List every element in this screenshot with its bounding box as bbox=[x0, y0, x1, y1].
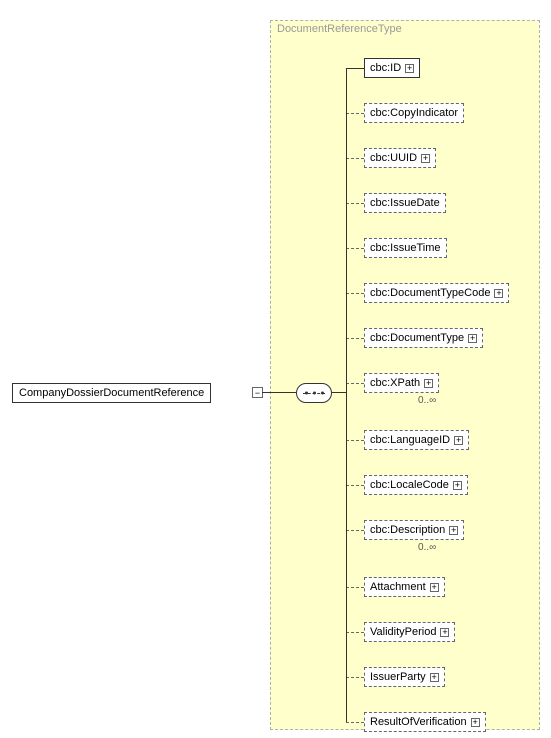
connector-line bbox=[346, 158, 364, 159]
cardinality-label: 0..∞ bbox=[418, 542, 436, 553]
sequence-dot-icon bbox=[321, 392, 324, 395]
schema-element-label: cbc:XPath bbox=[370, 377, 420, 389]
schema-element-label: cbc:IssueDate bbox=[370, 197, 440, 209]
schema-element[interactable]: ValidityPeriod + bbox=[364, 622, 455, 642]
connector-line bbox=[346, 632, 364, 633]
schema-element-label: Attachment bbox=[370, 581, 426, 593]
schema-element[interactable]: cbc:LocaleCode + bbox=[364, 475, 468, 495]
schema-element-label: ResultOfVerification bbox=[370, 716, 467, 728]
schema-element[interactable]: cbc:UUID + bbox=[364, 148, 436, 168]
schema-element-label: cbc:CopyIndicator bbox=[370, 107, 458, 119]
expand-icon[interactable]: + bbox=[440, 628, 449, 637]
schema-element-label: cbc:LocaleCode bbox=[370, 479, 449, 491]
connector-line bbox=[346, 248, 364, 249]
connector-line bbox=[346, 677, 364, 678]
sequence-dot-icon bbox=[313, 392, 316, 395]
schema-element[interactable]: cbc:LanguageID + bbox=[364, 430, 469, 450]
root-element-label: CompanyDossierDocumentReference bbox=[19, 387, 204, 399]
connector-line bbox=[332, 392, 346, 393]
connector-line bbox=[346, 383, 364, 384]
schema-element[interactable]: ResultOfVerification + bbox=[364, 712, 486, 732]
schema-element[interactable]: IssuerParty + bbox=[364, 667, 445, 687]
schema-element-label: cbc:ID bbox=[370, 62, 401, 74]
minus-icon: − bbox=[255, 388, 260, 398]
schema-element[interactable]: cbc:ID + bbox=[364, 58, 420, 78]
expand-icon[interactable]: + bbox=[430, 583, 439, 592]
schema-element[interactable]: cbc:Description + bbox=[364, 520, 464, 540]
expand-icon[interactable]: + bbox=[405, 64, 414, 73]
connector-line bbox=[346, 113, 364, 114]
schema-element-label: cbc:UUID bbox=[370, 152, 417, 164]
expand-icon[interactable]: + bbox=[424, 379, 433, 388]
schema-element[interactable]: cbc:IssueTime bbox=[364, 238, 447, 258]
expand-icon[interactable]: + bbox=[421, 154, 430, 163]
schema-element[interactable]: cbc:DocumentTypeCode + bbox=[364, 283, 509, 303]
connector-line bbox=[262, 392, 296, 393]
schema-element[interactable]: cbc:CopyIndicator bbox=[364, 103, 464, 123]
connector-line bbox=[346, 68, 347, 722]
connector-line bbox=[346, 530, 364, 531]
schema-element-label: cbc:Description bbox=[370, 524, 445, 536]
connector-line bbox=[346, 587, 364, 588]
expand-icon[interactable]: + bbox=[494, 289, 503, 298]
type-label: DocumentReferenceType bbox=[277, 23, 402, 35]
schema-element-label: IssuerParty bbox=[370, 671, 426, 683]
schema-element[interactable]: cbc:IssueDate bbox=[364, 193, 446, 213]
expand-icon[interactable]: + bbox=[430, 673, 439, 682]
connector-line bbox=[346, 68, 364, 69]
schema-element[interactable]: cbc:DocumentType + bbox=[364, 328, 483, 348]
sequence-dot-icon bbox=[305, 392, 308, 395]
cardinality-label: 0..∞ bbox=[418, 395, 436, 406]
expand-icon[interactable]: + bbox=[449, 526, 458, 535]
connector-line bbox=[346, 722, 364, 723]
schema-element-label: cbc:IssueTime bbox=[370, 242, 441, 254]
schema-element-label: cbc:DocumentType bbox=[370, 332, 464, 344]
root-element[interactable]: CompanyDossierDocumentReference bbox=[12, 383, 211, 403]
expand-icon[interactable]: + bbox=[454, 436, 463, 445]
connector-line bbox=[346, 293, 364, 294]
schema-element[interactable]: Attachment + bbox=[364, 577, 445, 597]
connector-line bbox=[346, 338, 364, 339]
connector-line bbox=[346, 485, 364, 486]
expand-icon[interactable]: + bbox=[468, 334, 477, 343]
connector-line bbox=[346, 203, 364, 204]
schema-element[interactable]: cbc:XPath + bbox=[364, 373, 439, 393]
expand-icon[interactable]: + bbox=[453, 481, 462, 490]
connector-line bbox=[346, 440, 364, 441]
schema-element-label: cbc:DocumentTypeCode bbox=[370, 287, 490, 299]
expand-icon[interactable]: + bbox=[471, 718, 480, 727]
schema-element-label: ValidityPeriod bbox=[370, 626, 436, 638]
sequence-compositor[interactable] bbox=[296, 383, 332, 403]
schema-element-label: cbc:LanguageID bbox=[370, 434, 450, 446]
